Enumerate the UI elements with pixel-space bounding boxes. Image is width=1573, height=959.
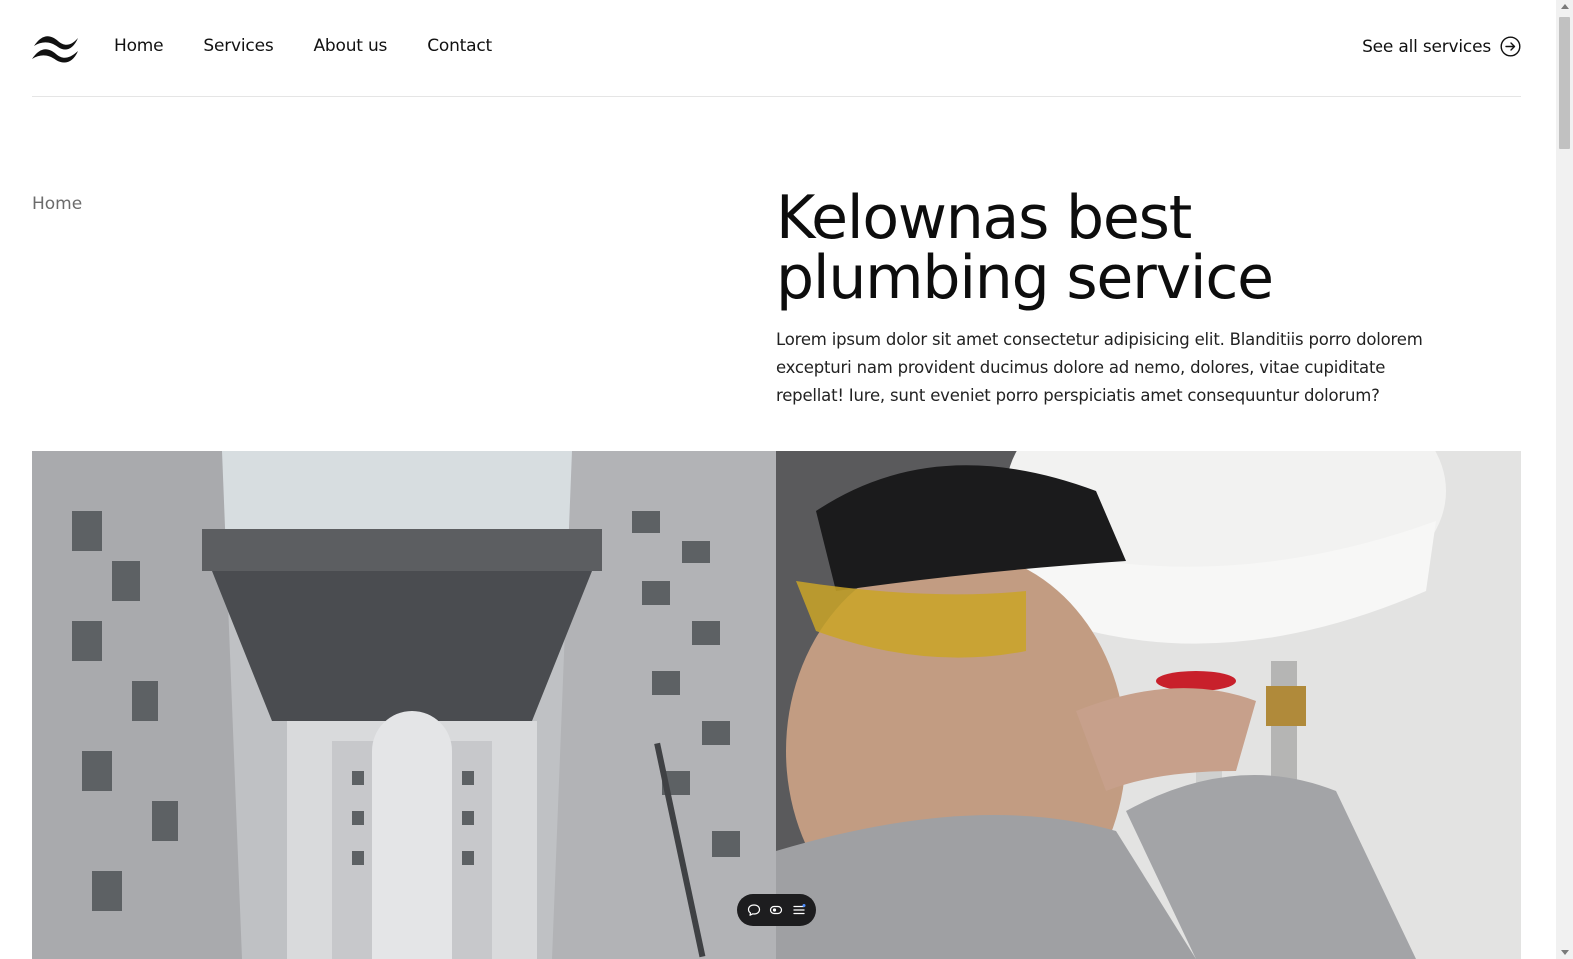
title-line-2: plumbing service [776,243,1274,313]
scroll-thumb[interactable] [1559,17,1570,149]
hero-description: Lorem ipsum dolor sit amet consectetur a… [776,330,1423,405]
comment-icon[interactable] [747,903,761,917]
nav-link-services[interactable]: Services [203,36,273,56]
list-icon[interactable] [792,903,806,917]
main-nav: Home Services About us Contact [114,36,492,56]
building-illustration [32,451,776,959]
see-all-services-label: See all services [1362,36,1491,57]
page-title: Kelownas best plumbing service [776,188,1476,308]
eye-icon[interactable] [769,903,783,917]
building-photo [32,451,776,959]
page-scrollbar[interactable] [1556,0,1573,959]
nav-link-contact[interactable]: Contact [427,36,492,56]
site-header: Home Services About us Contact See all s… [32,0,1521,97]
see-all-services-button[interactable]: See all services [1362,36,1521,57]
arrow-right-circle-icon [1500,36,1521,57]
logo[interactable] [32,30,80,64]
nav-link-about-us[interactable]: About us [314,36,388,56]
plumber-illustration [776,451,1521,959]
scroll-down-arrow-icon[interactable] [1561,950,1569,955]
floating-toolbar [737,894,816,926]
plumber-photo [776,451,1521,959]
scroll-up-arrow-icon[interactable] [1561,4,1569,9]
breadcrumb[interactable]: Home [32,194,82,214]
nav-link-home[interactable]: Home [114,36,164,56]
